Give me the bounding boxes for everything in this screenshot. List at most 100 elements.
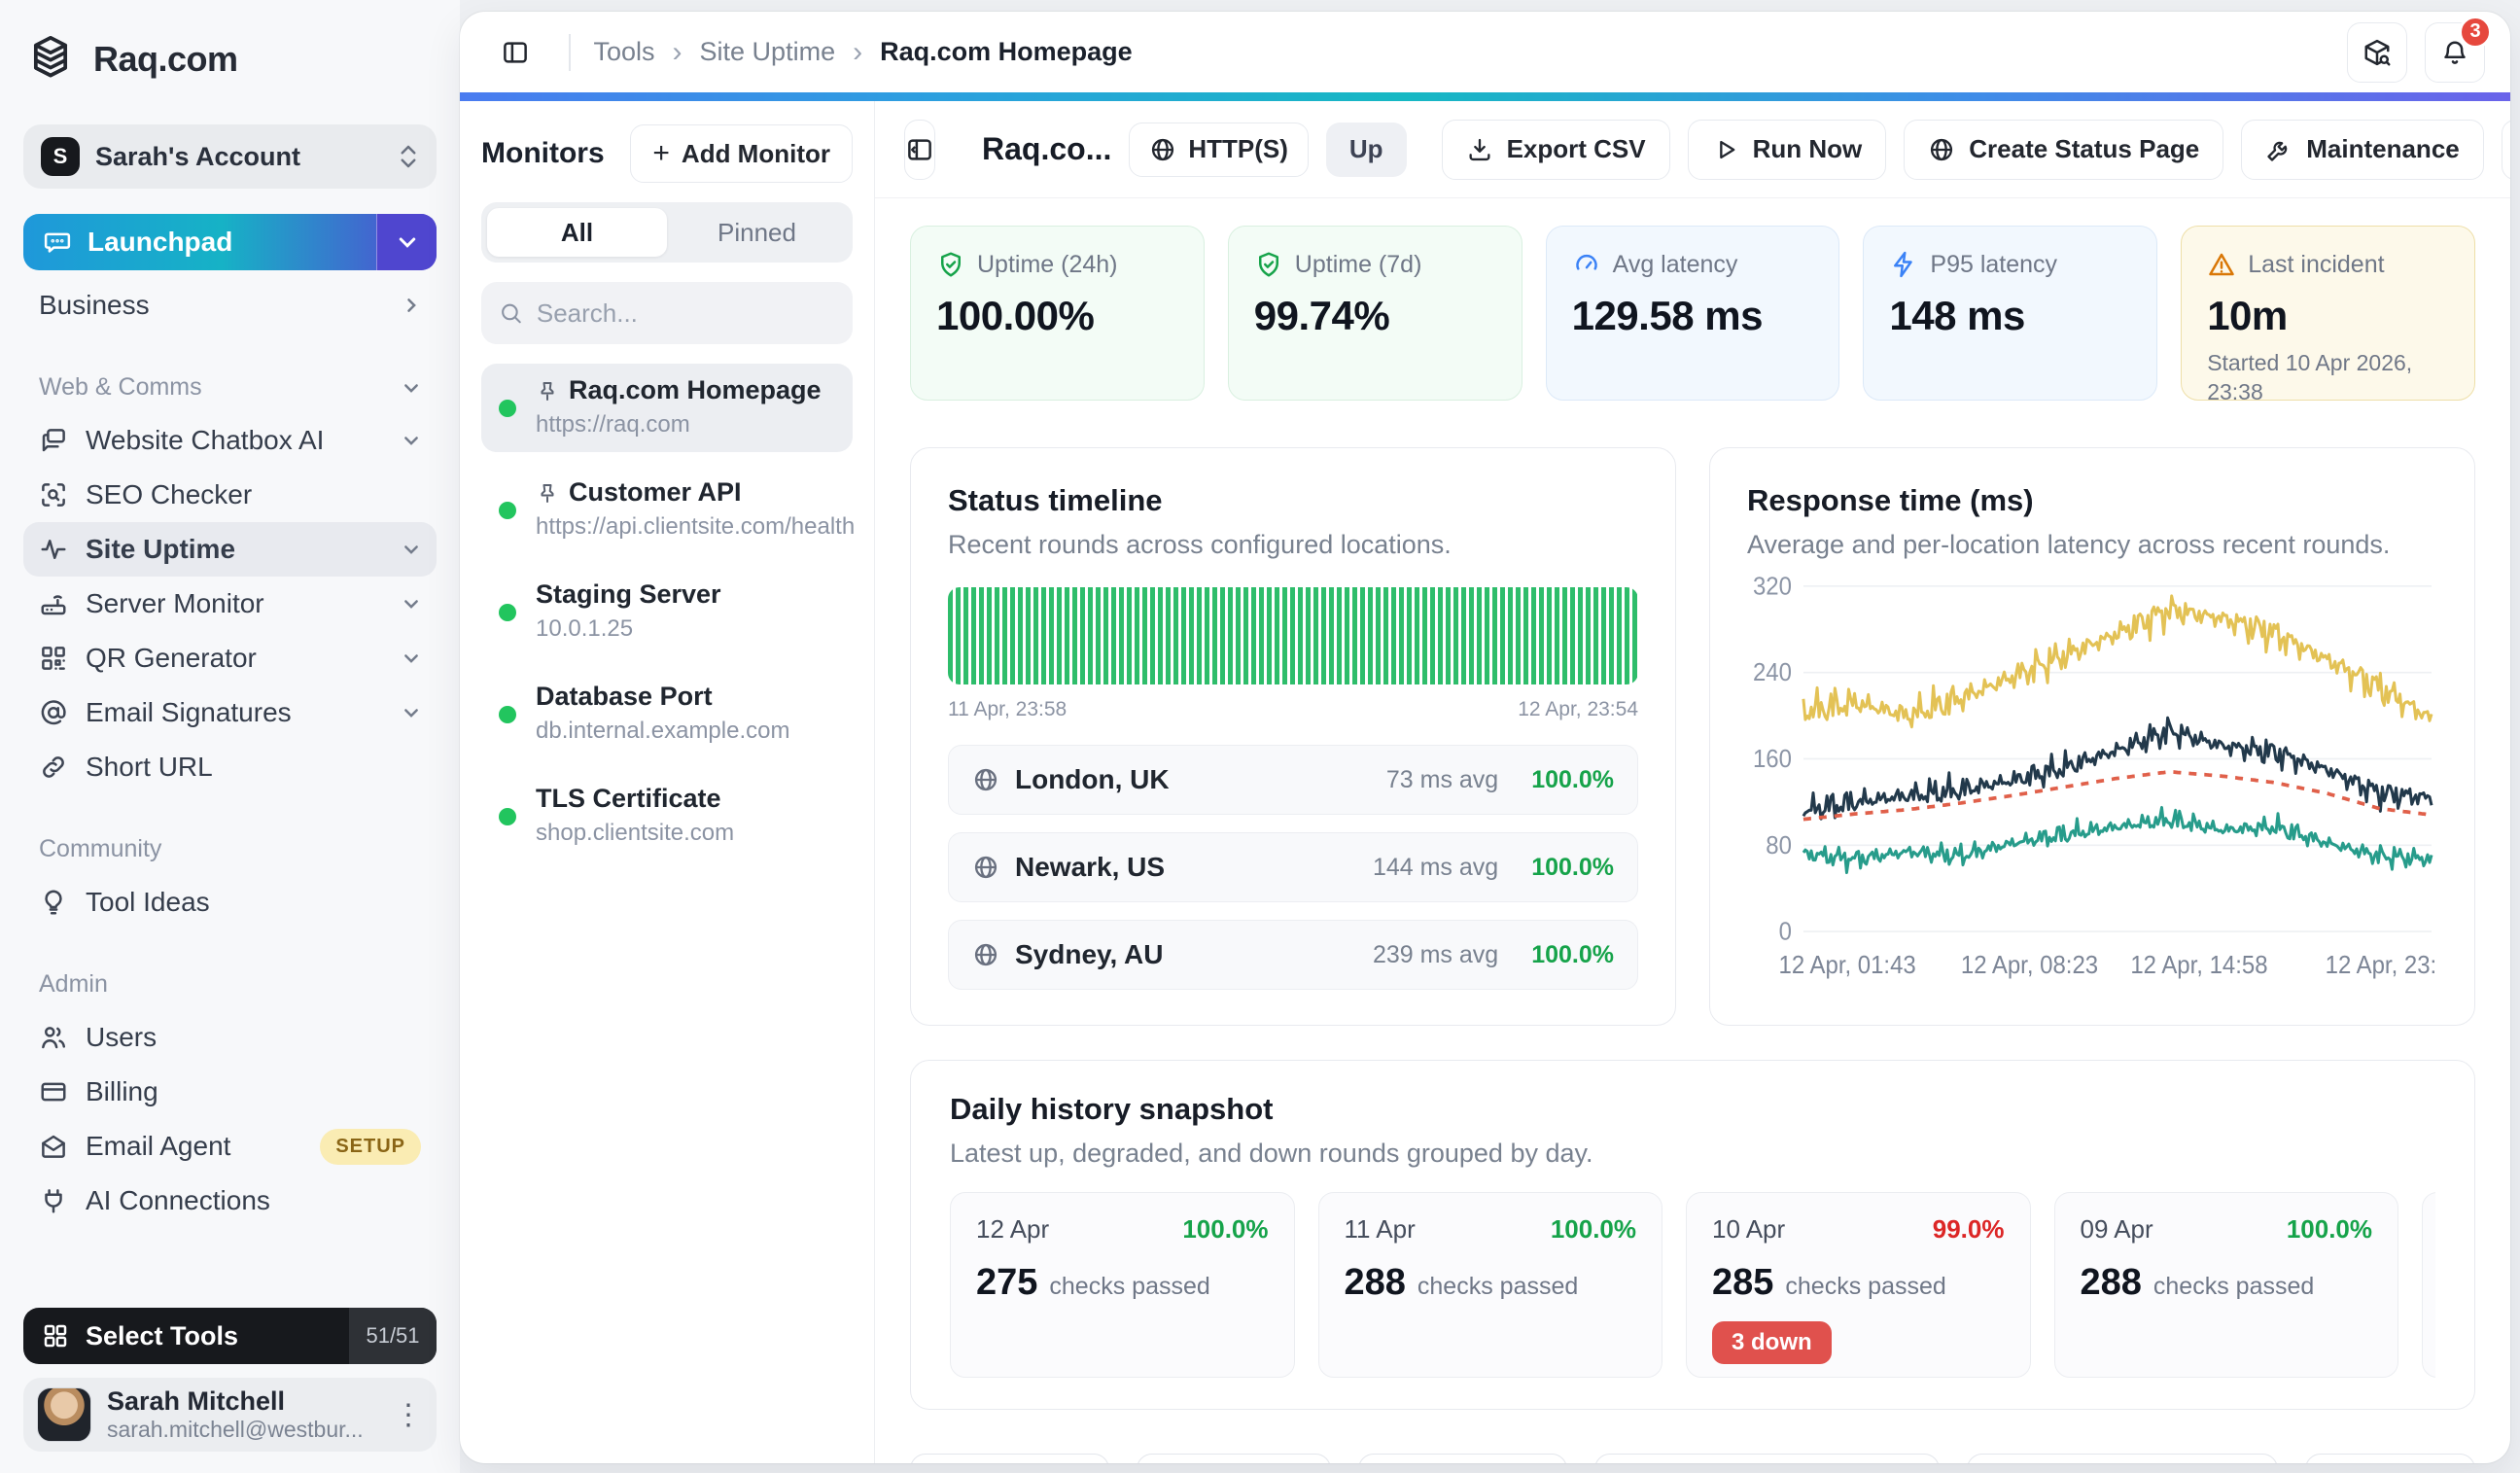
sidebar-item-users[interactable]: Users [23, 1010, 437, 1065]
response-time-card: Response time (ms) Average and per-locat… [1709, 447, 2475, 1026]
clipped-button[interactable] [2305, 1454, 2475, 1463]
clipped-button[interactable] [1594, 1454, 1940, 1463]
launchpad-button[interactable]: Launchpad [23, 214, 437, 270]
tab-pinned[interactable]: Pinned [667, 208, 847, 257]
export-csv-button[interactable]: Export CSV [1442, 120, 1670, 180]
day-checks-count: 275 [976, 1262, 1037, 1304]
location-row-london[interactable]: London, UK 73 ms avg 100.0% [948, 745, 1638, 815]
sidebar-item-business[interactable]: Business [23, 278, 437, 333]
clipped-button[interactable] [1358, 1454, 1567, 1463]
main-scroll[interactable]: Uptime (24h) 100.00% Uptime (7d) 99.74% [875, 198, 2510, 1463]
down-count-badge: 3 down [1712, 1321, 1832, 1364]
sidebar: Raq.com S Sarah's Account Launchpad Busi… [0, 0, 460, 1473]
breadcrumb-site-uptime[interactable]: Site Uptime [700, 37, 836, 67]
monitor-item-customer-api[interactable]: Customer API https://api.clientsite.com/… [481, 466, 853, 554]
sidebar-item-tool-ideas[interactable]: Tool Ideas [23, 875, 437, 929]
day-card-10-apr[interactable]: 10 Apr 99.0% 285 checks passed 3 down [1686, 1192, 2031, 1378]
app-window: Tools › Site Uptime › Raq.com Homepage 3… [460, 12, 2510, 1463]
launchpad-expand-button[interactable] [376, 214, 437, 270]
stat-value: 129.58 ms [1572, 293, 1814, 339]
monitor-item-staging-server[interactable]: Staging Server 10.0.1.25 [481, 568, 853, 656]
add-monitor-button[interactable]: + Add Monitor [630, 124, 853, 183]
activity-icon [39, 535, 68, 564]
sidebar-item-server-monitor[interactable]: Server Monitor [23, 577, 437, 631]
select-tools-button[interactable]: Select Tools 51/51 [23, 1308, 437, 1364]
search-input[interactable] [537, 298, 835, 329]
account-switcher[interactable]: S Sarah's Account [23, 124, 437, 189]
notifications-button[interactable]: 3 [2425, 22, 2485, 83]
sidebar-item-seo-checker[interactable]: SEO Checker [23, 468, 437, 522]
select-tools-main[interactable]: Select Tools [23, 1308, 349, 1364]
package-search-button[interactable] [2347, 22, 2407, 83]
sidebar-item-qr-generator[interactable]: QR Generator [23, 631, 437, 685]
breadcrumb: Tools › Site Uptime › Raq.com Homepage [594, 36, 1133, 69]
day-checks-label: checks passed [1418, 1273, 1578, 1301]
kebab-menu-icon[interactable]: ⋮ [394, 1398, 423, 1432]
protocol-label: HTTP(S) [1188, 134, 1288, 164]
chevron-right-icon [402, 296, 421, 315]
user-name: Sarah Mitchell [107, 1386, 378, 1417]
user-email: sarah.mitchell@westbur... [107, 1417, 378, 1443]
notification-badge: 3 [2459, 16, 2492, 49]
sidebar-item-email-signatures[interactable]: Email Signatures [23, 685, 437, 740]
qr-code-icon [39, 644, 68, 673]
chevron-down-icon [402, 703, 421, 722]
response-time-chart[interactable]: 08016024032012 Apr, 01:4312 Apr, 08:2312… [1747, 574, 2437, 990]
maintenance-label: Maintenance [2306, 134, 2460, 164]
day-card-09-apr[interactable]: 09 Apr 100.0% 288 checks passed [2054, 1192, 2399, 1378]
sidebar-item-billing[interactable]: Billing [23, 1065, 437, 1119]
monitor-item-raq-homepage[interactable]: Raq.com Homepage https://raq.com [481, 364, 853, 452]
timeline-start-label: 11 Apr, 23:58 [948, 698, 1067, 721]
monitor-title: Raq.com Homepage [569, 375, 822, 405]
clipped-button[interactable] [1967, 1454, 2278, 1463]
pin-icon [536, 481, 559, 505]
section-web-comms[interactable]: Web & Comms [23, 373, 437, 402]
edit-button[interactable]: Edit [2502, 120, 2510, 180]
monitor-search[interactable] [481, 282, 853, 344]
sidebar-item-label: SEO Checker [86, 479, 252, 510]
tab-all[interactable]: All [487, 208, 667, 257]
monitor-item-database-port[interactable]: Database Port db.internal.example.com [481, 670, 853, 758]
card-subtitle: Latest up, degraded, and down rounds gro… [950, 1139, 2435, 1169]
uptime-timeline-bar[interactable] [948, 587, 1638, 684]
day-card-11-apr[interactable]: 11 Apr 100.0% 288 checks passed [1318, 1192, 1663, 1378]
location-row-newark[interactable]: Newark, US 144 ms avg 100.0% [948, 832, 1638, 902]
day-card-12-apr[interactable]: 12 Apr 100.0% 275 checks passed [950, 1192, 1295, 1378]
clipped-button[interactable] [1137, 1454, 1331, 1463]
day-checks-label: checks passed [1785, 1273, 1945, 1301]
sidebar-item-email-agent[interactable]: Email Agent SETUP [23, 1119, 437, 1174]
sidebar-item-label: Website Chatbox AI [86, 425, 324, 456]
maintenance-button[interactable]: Maintenance [2241, 120, 2484, 180]
stat-last-incident: Last incident 10m Started 10 Apr 2026, 2… [2181, 226, 2475, 401]
plus-icon: + [652, 137, 670, 170]
monitor-title: TLS Certificate [536, 784, 721, 814]
launchpad-main[interactable]: Launchpad [23, 214, 376, 270]
svg-text:0: 0 [1779, 919, 1792, 946]
sidebar-toggle-button[interactable] [485, 22, 545, 83]
plug-icon [39, 1186, 68, 1215]
day-uptime-pct: 100.0% [1182, 1214, 1268, 1245]
monitor-item-tls-certificate[interactable]: TLS Certificate shop.clientsite.com [481, 772, 853, 860]
monitor-title: Staging Server [536, 579, 721, 610]
create-status-page-button[interactable]: Create Status Page [1904, 120, 2223, 180]
sidebar-item-website-chatbox-ai[interactable]: Website Chatbox AI [23, 413, 437, 468]
collapse-panel-button[interactable] [904, 120, 935, 180]
monitor-url: db.internal.example.com [536, 718, 839, 745]
location-row-sydney[interactable]: Sydney, AU 239 ms avg 100.0% [948, 920, 1638, 990]
user-profile[interactable]: Sarah Mitchell sarah.mitchell@westbur...… [23, 1378, 437, 1452]
sidebar-item-ai-connections[interactable]: AI Connections [23, 1174, 437, 1228]
accent-gradient-bar [460, 92, 2510, 101]
location-name: Newark, US [1015, 852, 1357, 883]
breadcrumb-tools[interactable]: Tools [594, 37, 655, 67]
pin-icon [536, 379, 559, 403]
run-now-button[interactable]: Run Now [1688, 120, 1887, 180]
svg-text:320: 320 [1753, 574, 1792, 601]
stat-value: 10m [2207, 293, 2449, 339]
sidebar-item-short-url[interactable]: Short URL [23, 740, 437, 794]
day-uptime-pct: 99.0% [1933, 1214, 2005, 1245]
clipped-button[interactable] [910, 1454, 1109, 1463]
stat-label: Avg latency [1613, 251, 1738, 279]
setup-badge: SETUP [320, 1129, 421, 1165]
sidebar-item-site-uptime[interactable]: Site Uptime [23, 522, 437, 577]
svg-text:12 Apr, 23:54: 12 Apr, 23:54 [2326, 952, 2437, 979]
